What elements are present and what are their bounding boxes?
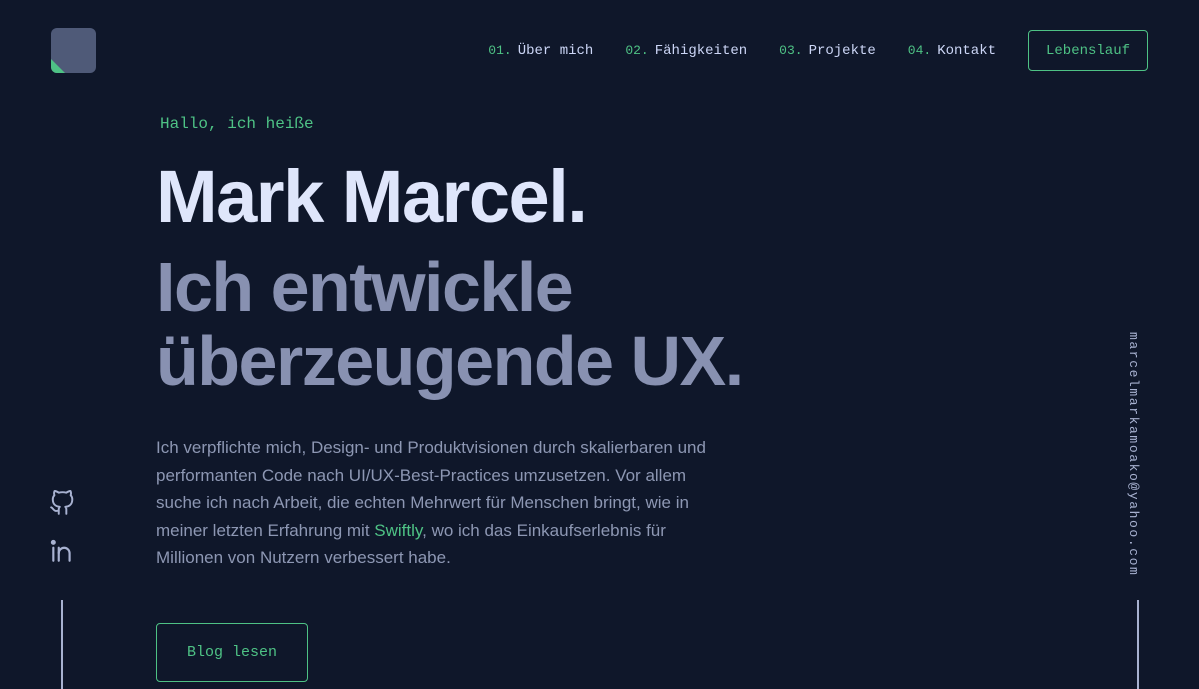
read-blog-button[interactable]: Blog lesen [156,623,308,682]
hero-tagline: Ich entwickle überzeugende UX. [156,250,856,398]
logo[interactable] [51,28,96,73]
hero-section: Hallo, ich heiße Mark Marcel. Ich entwic… [156,112,856,572]
github-icon[interactable] [49,490,75,516]
top-nav: 01. Über mich 02. Fähigkeiten 03. Projek… [488,30,1148,71]
tagline-line-1: Ich entwickle [156,248,574,326]
hero-greeting: Hallo, ich heiße [160,115,314,133]
nav-label: Kontakt [937,42,996,59]
social-links [49,490,75,586]
nav-number: 01. [488,43,512,58]
tagline-line-2: überzeugende UX. [156,322,744,400]
linkedin-icon[interactable] [49,538,75,564]
nav-item-ueber-mich[interactable]: 01. Über mich [488,43,593,59]
nav-label: Projekte [808,42,876,59]
nav-item-projekte[interactable]: 03. Projekte [779,43,876,59]
hero-name: Mark Marcel. [156,155,588,238]
nav-label: Fähigkeiten [654,42,748,59]
nav-item-kontakt[interactable]: 04. Kontakt [908,43,996,59]
nav-number: 04. [907,43,932,58]
right-vertical-line [1137,600,1139,689]
nav-label: Über mich [517,42,594,59]
nav-number: 03. [779,43,803,58]
side-email-link[interactable]: marcelmarkamoako@yahoo.com [1126,332,1141,576]
nav-number: 02. [625,43,649,58]
hero-intro: Ich verpflichte mich, Design- und Produk… [156,434,726,572]
swiftly-link[interactable]: Swiftly [374,521,422,540]
nav-item-faehigkeiten[interactable]: 02. Fähigkeiten [625,43,747,59]
resume-button[interactable]: Lebenslauf [1028,30,1148,71]
left-vertical-line [61,600,63,689]
